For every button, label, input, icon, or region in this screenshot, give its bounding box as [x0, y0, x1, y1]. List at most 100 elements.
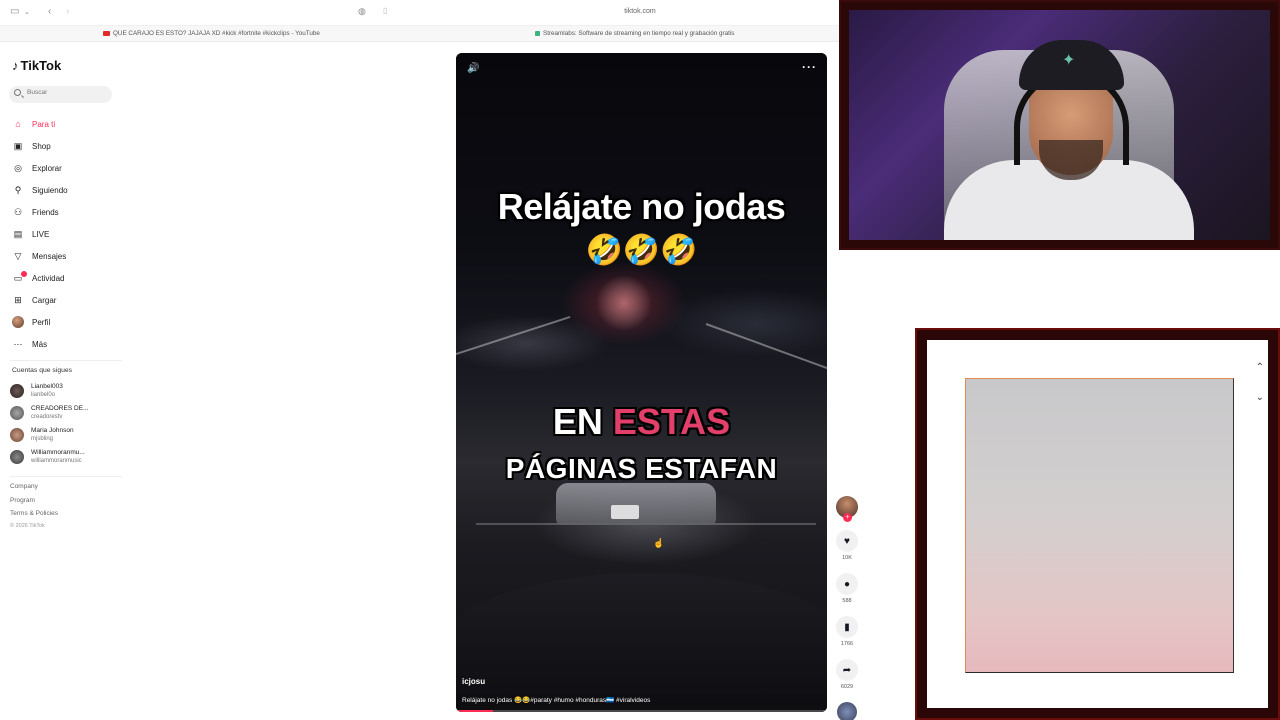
- upload-icon: ⊞: [14, 294, 22, 305]
- video-description: Relájate no jodas 😂😂#paraty #humo #hondu…: [462, 697, 651, 704]
- like-action[interactable]: ♥ 10K: [835, 530, 859, 561]
- following-account[interactable]: CREADORES DE... creadorestv: [10, 402, 120, 424]
- creator-avatar[interactable]: +: [836, 496, 858, 522]
- chevron-down-icon[interactable]: ⌄: [24, 8, 30, 16]
- youtube-icon: [103, 30, 110, 36]
- like-count: 10K: [842, 555, 852, 561]
- action-rail: + ♥ 10K ● 588 ▮ 1766 ➦ 6029: [835, 496, 859, 720]
- footer-link-company[interactable]: Company: [10, 483, 38, 490]
- account-handle: creadorestv: [31, 414, 63, 420]
- save-count: 1766: [840, 641, 854, 647]
- tiktok-note-icon: ♪: [12, 58, 19, 73]
- tab-youtube[interactable]: QUE CARAJO ES ESTO? JAJAJA XD #kick #for…: [103, 30, 320, 37]
- sidebar-item-label: Siguiendo: [32, 185, 68, 195]
- footer-link-program[interactable]: Program: [10, 497, 35, 504]
- tiktok-logo[interactable]: ♪ TikTok: [12, 58, 61, 73]
- account-handle: lianbel0o: [31, 392, 56, 398]
- video-caption-title: Relájate no jodas: [497, 186, 786, 227]
- shop-icon: ▣: [13, 140, 23, 151]
- avatar: [10, 406, 24, 420]
- webcam-feed: ✦: [849, 10, 1270, 240]
- search-icon: [14, 89, 21, 96]
- forward-icon[interactable]: ›: [66, 6, 69, 17]
- search-bar[interactable]: [9, 86, 112, 103]
- sidebar-nav: ⌂ Para ti ▣ Shop ◎ Explorar ⚲ Siguiendo ⚇ Fri…: [12, 113, 132, 355]
- video-progress-bar[interactable]: [456, 710, 827, 712]
- sidebar-item-label: Cargar: [32, 295, 57, 305]
- video-caption-emojis: 🤣🤣🤣: [585, 234, 698, 267]
- secondary-video-frame: [965, 378, 1234, 673]
- caption-pink-text: ESTAS: [612, 401, 731, 442]
- account-handle: williammoranmusic: [31, 458, 82, 464]
- comment-action[interactable]: ● 588: [835, 573, 859, 604]
- heart-icon[interactable]: ♥: [836, 530, 858, 552]
- music-disc-icon[interactable]: [837, 702, 857, 720]
- avatar: [10, 428, 24, 442]
- share-icon[interactable]: ➦: [836, 659, 858, 681]
- chevron-up-icon[interactable]: ⌃: [1256, 362, 1264, 373]
- account-name: Maria Johnson: [31, 427, 74, 434]
- account-name: Williammoranmu...: [31, 449, 85, 456]
- sidebar-item-shop[interactable]: ▣ Shop: [12, 135, 132, 157]
- car-hood: [456, 573, 827, 712]
- following-account[interactable]: Williammoranmu... williammoranmusic: [10, 446, 120, 468]
- cap-logo-icon: ✦: [1062, 52, 1076, 69]
- privacy-icon[interactable]: ◍: [358, 6, 366, 17]
- account-name: CREADORES DE...: [31, 405, 89, 412]
- video-player[interactable]: 🔊 ··· Relájate no jodas 🤣🤣🤣 EN ESTAS PÁG…: [456, 53, 827, 712]
- following-section-title: Cuentas que sigues: [12, 367, 73, 374]
- bookmark-icon[interactable]: ▮: [836, 616, 858, 638]
- divider: [10, 360, 122, 361]
- footer-link-terms[interactable]: Terms & Policies: [10, 510, 58, 517]
- video-author[interactable]: icjosu: [462, 677, 485, 686]
- sidebar-item-explorar[interactable]: ◎ Explorar: [12, 157, 132, 179]
- speaker-icon[interactable]: 🔊: [467, 63, 479, 74]
- chevron-down-icon[interactable]: ⌄: [1256, 392, 1264, 403]
- following-account[interactable]: Maria Johnson mjsbling: [10, 424, 120, 446]
- sidebar-item-live[interactable]: ▤ LIVE: [12, 223, 132, 245]
- logo-text: TikTok: [20, 58, 62, 73]
- sidebar-toggle-icon[interactable]: ▭: [10, 6, 19, 17]
- following-list: Lianbel003 lianbel0o CREADORES DE... cread…: [10, 380, 120, 468]
- notification-badge: [21, 271, 27, 277]
- avatar: [10, 384, 24, 398]
- share-action[interactable]: ➦ 6029: [835, 659, 859, 690]
- sidebar-item-label: Explorar: [32, 163, 62, 173]
- screen: ▭ ⌄ ‹ › ◍ ▯ tiktok.com QUE CARAJO ES EST…: [0, 0, 1280, 720]
- video-caption-line3: PÁGINAS ESTAFAN: [505, 453, 778, 484]
- divider: [10, 476, 122, 477]
- sidebar-item-friends[interactable]: ⚇ Friends: [12, 201, 132, 223]
- more-icon[interactable]: ···: [802, 60, 817, 74]
- sidebar-item-perfil[interactable]: Perfil: [12, 311, 132, 333]
- comment-icon[interactable]: ●: [836, 573, 858, 595]
- sidebar-item-mensajes[interactable]: ▽ Mensajes: [12, 245, 132, 267]
- follow-plus-icon[interactable]: +: [843, 513, 852, 522]
- caption-white-text: EN: [552, 401, 613, 442]
- account-name: Lianbel003: [31, 383, 63, 390]
- address-bar[interactable]: tiktok.com: [560, 8, 720, 15]
- tab-title: Streamlabs: Software de streaming en tie…: [543, 30, 735, 37]
- home-icon: ⌂: [15, 119, 21, 129]
- sidebar-item-siguiendo[interactable]: ⚲ Siguiendo: [12, 179, 132, 201]
- comment-count: 588: [842, 598, 852, 604]
- sidebar-item-label: Friends: [32, 207, 59, 217]
- tab-streamlabs[interactable]: Streamlabs: Software de streaming en tie…: [535, 30, 734, 37]
- more-icon: ⋯: [13, 338, 23, 349]
- copyright: © 2026 TikTok: [10, 523, 45, 529]
- sidebar-item-label: Shop: [32, 141, 51, 151]
- sidebar-item-actividad[interactable]: ▭ Actividad: [12, 267, 132, 289]
- following-icon: ⚲: [14, 184, 22, 195]
- following-account[interactable]: Lianbel003 lianbel0o: [10, 380, 120, 402]
- sidebar-item-mas[interactable]: ⋯ Más: [12, 333, 132, 355]
- sidebar-item-cargar[interactable]: ⊞ Cargar: [12, 289, 132, 311]
- sidebar-item-para-ti[interactable]: ⌂ Para ti: [12, 113, 132, 135]
- avatar: [10, 450, 24, 464]
- save-action[interactable]: ▮ 1766: [835, 616, 859, 647]
- friends-icon: ⚇: [13, 206, 23, 217]
- search-input[interactable]: [27, 89, 107, 96]
- live-icon: ▤: [13, 228, 23, 239]
- reader-icon[interactable]: ▯: [383, 6, 387, 15]
- back-icon[interactable]: ‹: [48, 6, 51, 17]
- compass-icon: ◎: [14, 162, 22, 173]
- secondary-video-overlay: ⌃ ⌄: [915, 328, 1280, 720]
